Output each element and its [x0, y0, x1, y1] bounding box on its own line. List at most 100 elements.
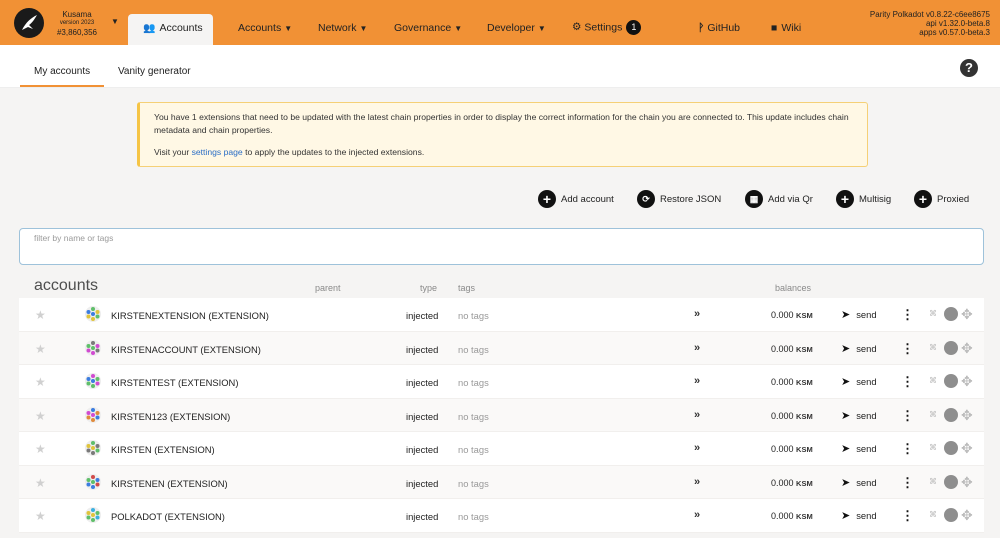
- chevron-down-icon: ▼: [359, 24, 368, 33]
- identicon-icon[interactable]: [85, 507, 101, 523]
- network-icon[interactable]: ✥: [961, 340, 973, 357]
- chain-block: #3,860,356: [56, 28, 98, 37]
- account-balance: 0.000 KSM: [771, 444, 813, 454]
- link-github[interactable]: ᚹ GitHub: [698, 22, 740, 34]
- chain-info: Kusama version 2023 #3,860,356: [47, 10, 107, 37]
- menu-network[interactable]: Network ▼: [318, 22, 367, 34]
- chevron-down-icon: ▼: [111, 17, 119, 26]
- network-icon[interactable]: ✥: [961, 440, 973, 457]
- network-icon[interactable]: ✥: [961, 306, 973, 323]
- identicon-icon[interactable]: [85, 306, 101, 322]
- toggle-icon[interactable]: [944, 340, 958, 355]
- account-tags: no tags: [458, 477, 489, 489]
- account-tags: no tags: [458, 377, 489, 388]
- add-account-button[interactable]: + Add account: [538, 190, 614, 210]
- expand-icon[interactable]: »: [694, 476, 700, 488]
- toggle-icon[interactable]: [944, 474, 958, 489]
- account-balance: 0.000 KSM: [771, 511, 813, 521]
- toggle-icon[interactable]: [944, 508, 958, 522]
- chain-version: version 2023: [59, 20, 95, 26]
- accounts-title: accounts: [34, 277, 99, 294]
- tab-my-accounts[interactable]: My accounts: [34, 66, 90, 77]
- ellipsis-icon[interactable]: ⋮: [901, 475, 914, 491]
- paper-plane-icon: ➤: [841, 476, 851, 489]
- table-row: ★ KIRSTENTEST (EXTENSION) injected no ta…: [19, 365, 984, 399]
- star-icon[interactable]: ★: [35, 509, 46, 523]
- network-icon[interactable]: ✥: [961, 507, 973, 524]
- identicon-icon[interactable]: [85, 339, 101, 356]
- menu-settings[interactable]: ⚙ Settings 1: [572, 20, 642, 35]
- star-icon[interactable]: ★: [35, 375, 46, 389]
- send-button[interactable]: ➤ send: [841, 442, 877, 455]
- menu-accounts[interactable]: Accounts ▼: [238, 22, 292, 34]
- identicon-icon[interactable]: [85, 373, 101, 389]
- network-icon[interactable]: ✥: [961, 407, 973, 424]
- star-icon[interactable]: ★: [35, 476, 46, 490]
- toggle-icon[interactable]: [944, 307, 958, 321]
- expand-icon[interactable]: »: [694, 442, 700, 454]
- star-icon[interactable]: ★: [35, 342, 46, 356]
- identicon-icon[interactable]: [85, 473, 101, 490]
- send-button[interactable]: ➤ send: [841, 476, 877, 489]
- paper-plane-icon: ➤: [841, 409, 851, 422]
- ellipsis-icon[interactable]: ⋮: [901, 508, 914, 524]
- accounts-table: ★ KIRSTENEXTENSION (EXTENSION) injected …: [19, 298, 984, 533]
- multisig-button[interactable]: + Multisig: [836, 190, 891, 210]
- add-via-qr-button[interactable]: ▦ Add via Qr: [745, 190, 813, 210]
- tab-vanity-generator[interactable]: Vanity generator: [118, 66, 191, 77]
- chain-name: Kusama: [62, 10, 92, 19]
- account-name: KIRSTENEXTENSION (EXTENSION): [111, 310, 269, 321]
- tab-accounts[interactable]: 👥 Accounts: [143, 22, 203, 34]
- network-icon[interactable]: ✥: [961, 373, 973, 390]
- toggle-icon[interactable]: [944, 441, 958, 455]
- banner-instructions: Visit your settings page to apply the up…: [154, 147, 425, 157]
- ellipsis-icon[interactable]: ⋮: [901, 408, 914, 424]
- extension-update-banner: You have 1 extensions that need to be up…: [137, 102, 868, 167]
- identicon-icon[interactable]: [85, 406, 101, 423]
- account-tags: no tags: [458, 310, 489, 321]
- account-balance: 0.000 KSM: [771, 477, 813, 488]
- filter-input[interactable]: [20, 229, 983, 264]
- toggle-icon[interactable]: [944, 374, 958, 388]
- chevron-down-icon: ▼: [284, 24, 293, 33]
- send-button[interactable]: ➤ send: [841, 509, 877, 522]
- settings-badge: 1: [626, 20, 642, 35]
- ellipsis-icon[interactable]: ⋮: [901, 341, 914, 357]
- expand-icon[interactable]: »: [694, 509, 700, 521]
- table-row: ★ KIRSTEN123 (EXTENSION) injected no tag…: [19, 398, 984, 432]
- menu-governance[interactable]: Governance ▼: [394, 22, 462, 34]
- toggle-icon[interactable]: [944, 407, 958, 422]
- paper-plane-icon: ➤: [841, 376, 851, 388]
- network-icon[interactable]: ✥: [961, 474, 973, 491]
- restore-json-button[interactable]: ⟳ Restore JSON: [637, 190, 721, 210]
- filter-container: [19, 228, 984, 265]
- settings-page-link[interactable]: settings page: [192, 147, 243, 157]
- chain-selector[interactable]: Kusama version 2023 #3,860,356 ▼: [14, 8, 124, 40]
- expand-icon[interactable]: »: [694, 375, 700, 387]
- proxied-button[interactable]: + Proxied: [914, 190, 969, 210]
- table-row: ★ KIRSTENEN (EXTENSION) injected no tags…: [19, 465, 984, 499]
- ellipsis-icon[interactable]: ⋮: [901, 441, 914, 457]
- expand-icon[interactable]: »: [694, 308, 700, 320]
- account-type: injected: [406, 410, 439, 422]
- star-icon[interactable]: ★: [35, 409, 46, 423]
- kusama-logo-icon: [14, 8, 44, 38]
- send-button[interactable]: ➤ send: [841, 375, 877, 388]
- star-icon[interactable]: ★: [35, 442, 46, 456]
- help-icon[interactable]: ?: [960, 59, 978, 77]
- ellipsis-icon[interactable]: ⋮: [901, 374, 914, 390]
- table-row: ★ KIRSTEN (EXTENSION) injected no tags »…: [19, 432, 984, 466]
- badge-icon: ⌘: [929, 309, 937, 318]
- identicon-icon[interactable]: [85, 440, 101, 456]
- send-button[interactable]: ➤ send: [841, 342, 877, 355]
- account-name: KIRSTEN123 (EXTENSION): [111, 410, 231, 422]
- account-tags: no tags: [458, 511, 489, 522]
- link-wiki[interactable]: ■ Wiki: [771, 22, 801, 34]
- menu-developer[interactable]: Developer ▼: [487, 22, 546, 34]
- ellipsis-icon[interactable]: ⋮: [901, 307, 914, 323]
- send-button[interactable]: ➤ send: [841, 308, 877, 321]
- expand-icon[interactable]: »: [694, 409, 700, 421]
- expand-icon[interactable]: »: [694, 342, 700, 354]
- send-button[interactable]: ➤ send: [841, 409, 877, 422]
- star-icon[interactable]: ★: [35, 308, 46, 322]
